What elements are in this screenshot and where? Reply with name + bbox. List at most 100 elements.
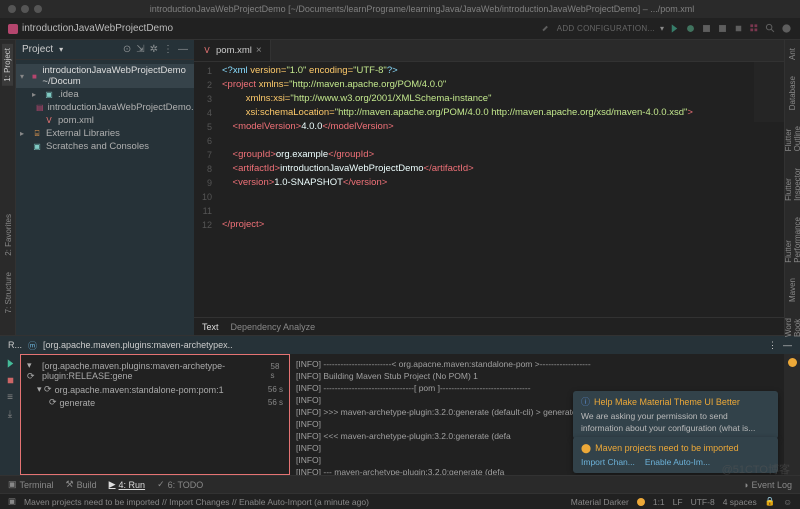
notif-title: Maven projects need to be imported [595,442,739,454]
stop-icon[interactable] [733,23,744,34]
project-tree: ▾■introductionJavaWebProjectDemo ~/Docum… [16,60,194,157]
rail-tab-structure[interactable]: 7: Structure [3,268,14,317]
filter-icon[interactable]: ≡ [7,392,13,403]
target-icon[interactable]: ⊙ [123,44,131,55]
rail-tab-ant[interactable]: Ant [787,44,798,64]
run-config-name[interactable]: [org.apache.maven.plugins:maven-archetyp… [43,340,233,350]
rerun-icon[interactable] [5,358,16,369]
tree-folder-idea[interactable]: ▸▣.idea [16,88,194,101]
notif-body: We are asking your permission to send in… [581,410,770,434]
line-gutter: 123456789101112 [194,62,216,317]
add-configuration-button[interactable]: ADD CONFIGURATION... [557,24,655,33]
tab-build[interactable]: ⚒ Build [66,479,97,490]
tab-todo[interactable]: ✓ 6: TODO [157,479,203,490]
project-sidebar: Project ▾ ⊙ ⇲ ✲ ⋮ — ▾■introductionJavaWe… [16,40,194,335]
lock-icon[interactable]: 🔒 [765,496,776,507]
hide-icon[interactable]: — [783,340,792,351]
tree-label: Scratches and Consoles [46,141,149,152]
status-message[interactable]: Maven projects need to be imported // Im… [24,497,369,507]
rail-tab-flutter-inspector[interactable]: Flutter Inspector [783,164,800,205]
stop-icon[interactable] [5,375,16,386]
more-icon[interactable]: ⋮ [163,44,173,55]
close-icon[interactable]: × [256,45,262,56]
tree-label: [org.apache.maven.plugins:maven-archetyp… [42,361,268,381]
avatar-icon[interactable] [781,23,792,34]
hide-icon[interactable]: — [178,44,188,55]
rail-tab-database[interactable]: Database [787,72,798,114]
tab-text[interactable]: Text [202,322,219,332]
collapse-icon[interactable]: ⇲ [136,44,144,55]
notif-title: Help Make Material Theme UI Better [594,396,740,408]
minimize-icon[interactable] [21,5,29,13]
editor-bottom-tabs: Text Dependency Analyze [194,317,784,335]
gear-icon[interactable]: ✲ [150,44,158,55]
profile-icon[interactable] [717,23,728,34]
notification-material-theme[interactable]: ⓘHelp Make Material Theme UI Better We a… [573,391,778,439]
editor-area: Ⅴ pom.xml × 123456789101112 <?xml versio… [194,40,784,335]
tree-label: org.apache.maven:standalone-pom:pom:1 [55,385,224,395]
status-caret-pos[interactable]: 1:1 [653,497,665,507]
tree-file-pom[interactable]: Ⅴpom.xml [16,114,194,127]
run-tree-row[interactable]: ⟳generate56 s [25,396,285,409]
rail-tab-wordbook[interactable]: Word Book [783,314,800,341]
status-encoding[interactable]: UTF-8 [691,497,715,507]
tree-label: generate [60,398,96,408]
tab-dependency-analyze[interactable]: Dependency Analyze [231,322,316,332]
window-titlebar: introductionJavaWebProjectDemo [~/Docume… [0,0,800,18]
tab-run[interactable]: ▶ 4: Run [109,479,145,490]
chevron-down-icon[interactable]: ▾ [660,24,664,33]
tool-windows-icon[interactable]: ▣ [8,496,16,507]
rail-tab-project[interactable]: 1: Project [2,44,13,86]
xml-file-icon: Ⅴ [202,46,212,56]
breadcrumb[interactable]: introductionJavaWebProjectDemo [22,23,173,34]
chevron-down-icon[interactable]: ▾ [59,45,63,54]
tree-label: pom.xml [58,115,94,126]
more-icon[interactable]: ⋮ [768,340,777,351]
tree-root[interactable]: ▾■introductionJavaWebProjectDemo ~/Docum [16,64,194,88]
status-indicator-icon[interactable] [637,498,645,506]
run-tree-row[interactable]: ▾ ⟳[org.apache.maven.plugins:maven-arche… [25,359,285,383]
window-controls[interactable] [8,5,42,13]
status-line-ending[interactable]: LF [673,497,683,507]
run-icon[interactable] [669,23,680,34]
tree-external-libs[interactable]: ▸⌸External Libraries [16,127,194,140]
code-content[interactable]: <?xml version="1.0" encoding="UTF-8"?><p… [216,62,784,317]
rail-tab-maven[interactable]: Maven [787,274,798,306]
grid-icon[interactable] [749,23,760,34]
bottom-tool-tabs: ▣ Terminal ⚒ Build ▶ 4: Run ✓ 6: TODO ◑ … [0,475,800,493]
sidebar-title[interactable]: Project [22,44,53,55]
tree-file-iml[interactable]: ▤introductionJavaWebProjectDemo.iml [16,101,194,114]
status-indent[interactable]: 4 spaces [723,497,757,507]
window-title: introductionJavaWebProjectDemo [~/Docume… [52,4,792,14]
hammer-icon[interactable] [541,23,552,34]
import-changes-link[interactable]: Import Chan... [581,457,635,467]
coverage-icon[interactable] [701,23,712,34]
status-theme[interactable]: Material Darker [571,497,629,507]
code-editor[interactable]: 123456789101112 <?xml version="1.0" enco… [194,62,784,317]
run-test-tree: ▾ ⟳[org.apache.maven.plugins:maven-arche… [20,354,290,475]
rail-tab-favorites[interactable]: 2: Favorites [3,210,14,260]
enable-auto-import-link[interactable]: Enable Auto-Im... [645,457,710,467]
run-console[interactable]: [INFO] ------------------------< org.apa… [290,354,784,475]
maximize-icon[interactable] [34,5,42,13]
export-icon[interactable]: ⤓ [8,409,12,420]
notification-indicator-icon[interactable] [788,358,797,367]
close-icon[interactable] [8,5,16,13]
notification-maven-import[interactable]: ⬤Maven projects need to be imported Impo… [573,437,778,473]
rail-tab-flutter-outline[interactable]: Flutter Outline [783,122,800,155]
debug-icon[interactable] [685,23,696,34]
editor-tab-pom[interactable]: Ⅴ pom.xml × [194,40,271,61]
tab-event-log[interactable]: ◑ Event Log [743,480,792,490]
sidebar-header: Project ▾ ⊙ ⇲ ✲ ⋮ — [16,40,194,60]
rail-tab-flutter-perf[interactable]: Flutter Performance [783,213,800,267]
hector-icon[interactable]: ☺ [783,497,792,507]
tree-label: .idea [58,89,79,100]
run-toolbar: ≡ ⤓ [0,354,20,475]
tree-label: External Libraries [46,128,120,139]
project-icon [8,24,18,34]
minimap[interactable] [754,62,784,122]
run-tree-row[interactable]: ▾ ⟳org.apache.maven:standalone-pom:pom:1… [25,383,285,396]
search-icon[interactable] [765,23,776,34]
tree-scratches[interactable]: ▣Scratches and Consoles [16,140,194,153]
tab-terminal[interactable]: ▣ Terminal [8,479,54,490]
